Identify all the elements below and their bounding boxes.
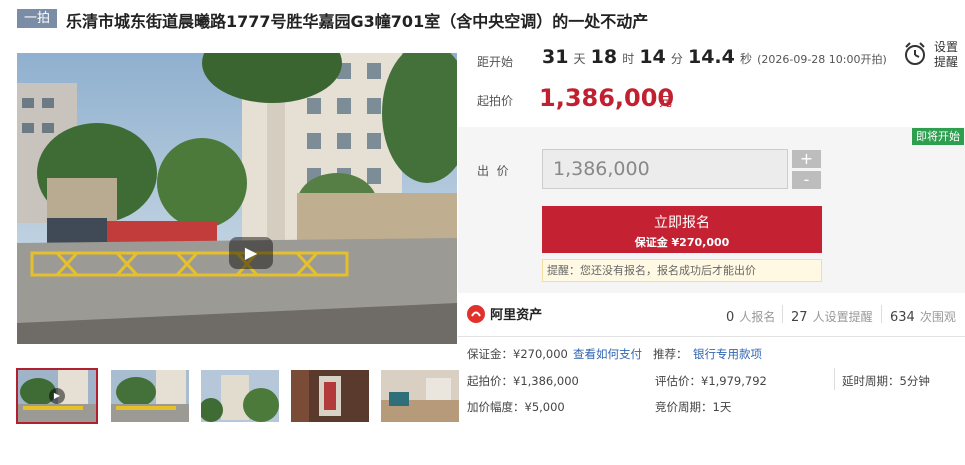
countdown: 31 天 18 时 14 分 14.4 秒 (2026-09-28 10:00开… bbox=[542, 46, 887, 68]
street-scene-image bbox=[17, 53, 457, 344]
registration-tip: 提醒：您还没有报名，报名成功后才能出价 bbox=[542, 259, 822, 282]
thumbnail-3[interactable] bbox=[201, 370, 279, 422]
thumbnail-image bbox=[381, 370, 459, 422]
deposit-info: 保证金：¥270,000 bbox=[467, 347, 568, 361]
thumbnail-image bbox=[111, 370, 189, 422]
thumbnail-2[interactable] bbox=[111, 370, 189, 422]
divider bbox=[881, 305, 882, 323]
increment-info: 加价幅度：¥5,000 bbox=[467, 400, 565, 414]
thumbnail-1[interactable]: ▶ bbox=[16, 368, 98, 424]
delay-info: 延时周期：5分钟 bbox=[842, 374, 930, 388]
thumbnail-image bbox=[291, 370, 369, 422]
page-title: 乐清市城东街道晨曦路1777号胜华嘉园G3幢701室（含中央空调）的一处不动产 bbox=[66, 12, 649, 31]
alarm-clock-icon bbox=[905, 42, 925, 65]
auction-round-badge: 一拍 bbox=[17, 9, 57, 28]
start-price-info: 起拍价：¥1,386,000 bbox=[467, 374, 579, 388]
stat-views: 634 次围观 bbox=[890, 310, 956, 325]
start-price-unit: 元 bbox=[659, 95, 673, 110]
main-property-photo[interactable]: ▶ bbox=[17, 53, 457, 344]
divider bbox=[458, 336, 965, 337]
start-price-label: 起拍价 bbox=[477, 94, 514, 108]
start-time: (2026-09-28 10:00开拍) bbox=[757, 53, 887, 66]
bid-label: 出 价 bbox=[477, 164, 509, 178]
how-to-pay-link[interactable]: 查看如何支付 bbox=[573, 346, 642, 362]
play-icon: ▶ bbox=[49, 388, 65, 404]
recommend-label: 推荐： bbox=[653, 347, 688, 361]
register-now-button[interactable]: 立即报名 保证金 ¥270,000 bbox=[542, 206, 822, 253]
start-price-value: 1,386,000 bbox=[539, 84, 675, 112]
decrease-bid-button[interactable]: - bbox=[792, 171, 821, 189]
countdown-hours: 18 bbox=[590, 46, 618, 68]
appraisal-info: 评估价：¥1,979,792 bbox=[655, 374, 767, 388]
countdown-days: 31 bbox=[542, 46, 569, 68]
thumbnail-image bbox=[201, 370, 279, 422]
countdown-minutes: 14 bbox=[639, 46, 666, 68]
bank-payment-link[interactable]: 银行专用款项 bbox=[693, 346, 762, 362]
countdown-label: 距开始 bbox=[477, 55, 514, 69]
divider bbox=[834, 368, 835, 390]
deposit-label: 保证金 ¥270,000 bbox=[634, 236, 730, 249]
status-badge: 即将开始 bbox=[912, 128, 964, 145]
increase-bid-button[interactable]: + bbox=[792, 150, 821, 168]
stat-reminders: 27 人设置提醒 bbox=[791, 310, 873, 325]
platform-logo: 阿里资产 bbox=[467, 304, 542, 323]
thumbnail-5[interactable] bbox=[381, 370, 459, 422]
video-play-button[interactable]: ▶ bbox=[229, 237, 273, 269]
bid-amount-input[interactable] bbox=[542, 149, 788, 189]
divider bbox=[782, 305, 783, 323]
stat-registered: 0 人报名 bbox=[726, 310, 776, 325]
register-label: 立即报名 bbox=[654, 215, 710, 231]
bid-cycle-info: 竞价周期：1天 bbox=[655, 400, 732, 414]
alibaba-logo-icon bbox=[467, 305, 485, 323]
set-reminder-button[interactable]: 设置 提醒 bbox=[895, 35, 965, 73]
thumbnail-4[interactable] bbox=[291, 370, 369, 422]
countdown-seconds: 14.4 bbox=[687, 46, 735, 68]
